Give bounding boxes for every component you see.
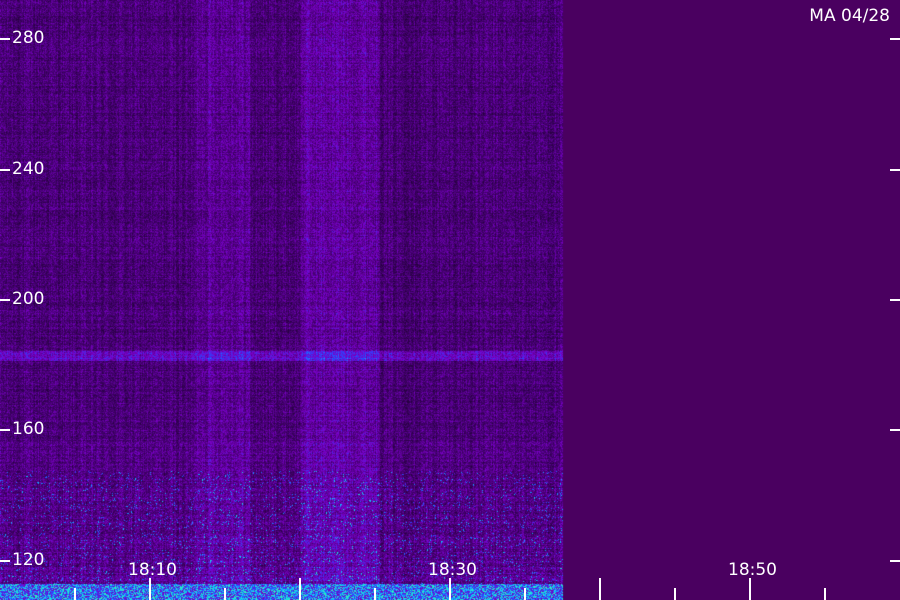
x-tick [749,578,751,600]
y-tick-left [0,429,10,432]
y-tick-left [0,299,10,301]
x-tick [599,578,601,600]
x-tick [149,578,151,600]
y-tick-left [0,559,10,562]
y-tick-left [0,38,10,41]
y-tick-label: 120 [12,549,45,570]
spectrogram-chart: MA 04/28 120 160 200 240 280 18:10 18:30 18:50 [0,0,900,600]
y-tick-right [890,559,900,562]
x-tick [299,578,301,600]
x-tick [224,588,226,600]
y-tick-label: 200 [12,289,45,309]
chart-title: MA 04/28 [809,6,890,26]
y-tick-label: 240 [12,158,45,179]
x-tick [524,588,526,600]
x-tick-label: 18:50 [728,560,777,580]
x-tick [674,588,676,600]
x-tick-label: 18:30 [428,560,477,580]
y-tick-right [890,429,900,432]
x-tick [824,588,826,600]
y-tick-right [890,38,900,41]
spectrogram-heatmap [0,0,900,600]
y-tick-label: 160 [12,419,45,440]
x-tick [74,588,76,600]
x-tick [449,578,451,600]
x-tick [374,588,376,600]
y-tick-label: 280 [12,28,45,49]
y-tick-right [890,299,900,301]
y-tick-left [0,168,10,171]
y-tick-right [890,168,900,171]
x-tick-label: 18:10 [128,560,177,580]
